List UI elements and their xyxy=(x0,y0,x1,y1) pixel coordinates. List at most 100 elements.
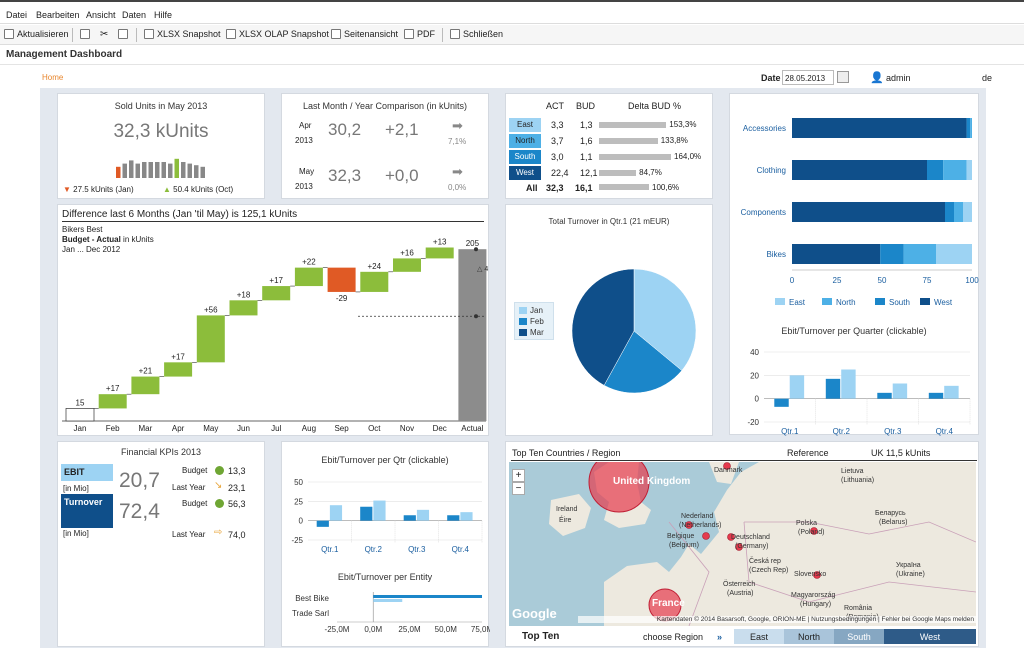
data-label: +17 xyxy=(171,352,185,361)
map-title: Top Ten Countries / Region xyxy=(512,448,621,458)
menu-daten[interactable]: Daten xyxy=(122,10,146,20)
sparkline-bar xyxy=(174,158,179,178)
refresh-icon xyxy=(4,29,14,39)
ebit-quarter-chart[interactable]: -20 0 20 40 Qtr.1 Qtr.2 Qtr.3 Qtr.4 xyxy=(730,340,980,436)
date-input[interactable]: 28.05.2013 xyxy=(782,70,834,85)
data-label: +24 xyxy=(368,262,382,271)
menu-datei[interactable]: Datei xyxy=(6,10,27,20)
map-label: (Belgium) xyxy=(669,542,699,549)
region-bud: 1,3 xyxy=(580,120,593,130)
region-button-east[interactable]: East xyxy=(734,629,784,644)
map-label: Polska xyxy=(796,520,817,527)
copy-button[interactable] xyxy=(80,29,90,39)
x-tick-label: Jun xyxy=(237,424,250,433)
pdf-button[interactable]: PDF xyxy=(404,29,435,39)
waterfall-bar xyxy=(98,394,127,409)
map-label: Danmark xyxy=(714,467,743,474)
page-view-button[interactable]: Seitenansicht xyxy=(331,29,398,39)
excel-icon xyxy=(226,29,236,39)
scissors-icon: ✂ xyxy=(100,29,109,40)
x-tick-label: Qtr.4 xyxy=(936,427,954,436)
map-label: (Poland) xyxy=(798,529,824,536)
map-label: (Hungary) xyxy=(800,601,831,608)
quarter-bar xyxy=(789,375,805,399)
waterfall-bar xyxy=(393,258,421,272)
menu-bar: Datei Bearbeiten Ansicht Daten Hilfe xyxy=(0,0,1024,24)
stacked-segment xyxy=(792,160,927,180)
map-reference-value: UK 11,5 kUnits xyxy=(871,448,931,458)
zoom-in-button[interactable]: + xyxy=(512,469,525,482)
sold-max: ▲ 50.4 kUnits (Oct) xyxy=(163,185,234,194)
sparkline-bar xyxy=(122,163,127,178)
region-button-south[interactable]: South xyxy=(834,629,884,644)
xlsx-olap-button[interactable]: XLSX OLAP Snapshot xyxy=(226,29,329,39)
cut-button[interactable]: ✂ xyxy=(100,29,108,40)
map-label: Slovensko xyxy=(794,571,826,578)
map-bubble-small xyxy=(702,532,710,540)
land-ireland xyxy=(549,494,591,536)
menu-bearbeiten[interactable]: Bearbeiten xyxy=(36,10,80,20)
stacked-segment xyxy=(970,118,972,138)
home-link[interactable]: Home xyxy=(42,73,63,82)
kpi-budget-value: 56,3 xyxy=(228,499,246,509)
arrow-right-icon: ⇨ xyxy=(214,527,223,538)
legend-swatch xyxy=(519,329,527,336)
close-button[interactable]: Schließen xyxy=(450,29,503,39)
region-total-bar xyxy=(599,184,649,190)
xlsx-snapshot-button[interactable]: XLSX Snapshot xyxy=(144,29,221,39)
waterfall-chart[interactable]: 15 Jan +17 Feb +21 Mar +17 Apr +56 May +18 Jun +17 Ju… xyxy=(58,205,490,437)
toolbar-divider xyxy=(136,28,137,42)
stacked-segment xyxy=(936,244,972,264)
region-label[interactable]: South xyxy=(509,150,541,164)
legend-swatch xyxy=(519,307,527,314)
col-delta: Delta BUD % xyxy=(628,101,682,111)
data-label: +17 xyxy=(106,384,120,393)
quarter-bar xyxy=(316,520,329,527)
paste-button[interactable] xyxy=(118,29,128,39)
entity-chart[interactable]: Best Bike Trade Sarl -25,0M 0,0M 25,0M 50,0M 7… xyxy=(282,590,490,648)
quarter-bar xyxy=(841,369,856,399)
y-tick-label: 25 xyxy=(294,497,303,506)
pie-chart[interactable]: Jan Feb Mar xyxy=(506,205,714,437)
menu-hilfe[interactable]: Hilfe xyxy=(154,10,172,20)
menu-ansicht[interactable]: Ansicht xyxy=(86,10,116,20)
region-label[interactable]: East xyxy=(509,118,541,132)
refresh-button[interactable]: Aktualisieren xyxy=(4,29,69,39)
turnover-value: 72,4 xyxy=(119,500,160,523)
sparkline-bar xyxy=(142,162,147,178)
quarter-bar xyxy=(373,500,386,521)
green-dot-icon xyxy=(215,499,224,508)
region-label[interactable]: West xyxy=(509,166,541,180)
category-stacked-chart[interactable]: Accessories Clothing Components Bikes 0 25 50 7… xyxy=(730,94,980,324)
x-tick-label: Qtr.1 xyxy=(321,545,339,554)
map-label: United Kingdom xyxy=(613,476,690,487)
comparison-value: 32,3 xyxy=(328,166,362,185)
user-icon: 👤 xyxy=(870,72,884,84)
region-button-west[interactable]: West xyxy=(884,629,976,644)
ebit-small-chart[interactable]: -25 0 25 50 Qtr.1 Qtr.2 Qtr.3 Qtr.4 xyxy=(282,468,490,556)
map-label: (Austria) xyxy=(727,590,753,597)
zoom-out-button[interactable]: − xyxy=(512,482,525,495)
x-tick-label: Qtr.2 xyxy=(833,427,851,436)
calendar-icon[interactable] xyxy=(837,71,849,83)
sold-min: ▼ 27.5 kUnits (Jan) xyxy=(63,185,134,194)
data-label: -29 xyxy=(336,294,348,303)
map-panel: Top Ten Countries / Region Reference UK … xyxy=(505,441,979,647)
google-logo: Google xyxy=(512,606,557,621)
map-label: Nederland xyxy=(681,513,713,520)
kpi-lastyear-value: 74,0 xyxy=(228,530,246,540)
map-label: România xyxy=(844,605,872,612)
region-label[interactable]: North xyxy=(509,134,541,148)
choose-region-label: choose Region xyxy=(643,632,704,642)
comparison-year: 2013 xyxy=(295,136,313,145)
sparkline-bar xyxy=(200,166,205,178)
map-view[interactable]: United Kingdom Ireland Éire Danmark Lietuva (… xyxy=(509,462,976,626)
data-label: +16 xyxy=(400,248,414,257)
region-delta-bar xyxy=(599,154,671,160)
language-selector[interactable]: de xyxy=(982,73,992,83)
col-bud: BUD xyxy=(576,101,596,111)
legend-swatch xyxy=(822,298,832,305)
x-tick-label: 25 xyxy=(833,276,842,285)
region-button-north[interactable]: North xyxy=(784,629,834,644)
map-label: Беларусь xyxy=(875,510,906,517)
